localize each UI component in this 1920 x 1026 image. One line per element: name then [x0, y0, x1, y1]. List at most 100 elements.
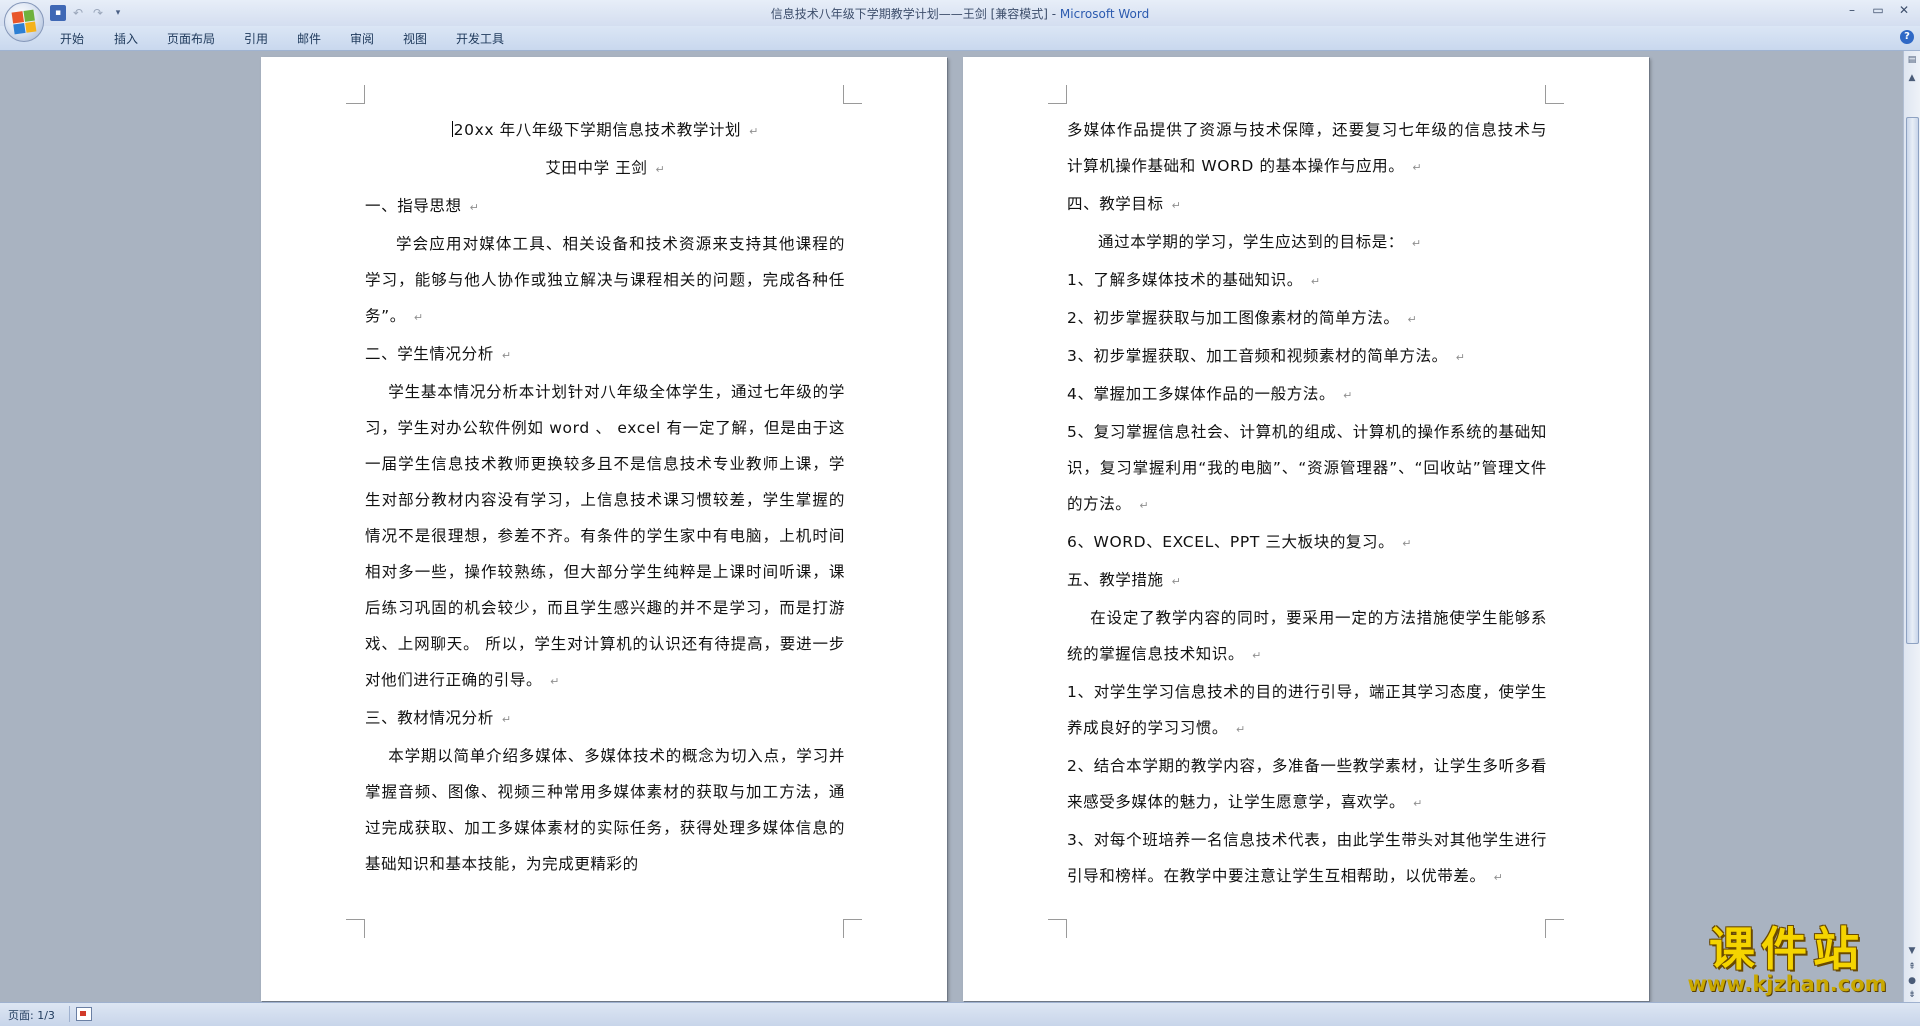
tab-home[interactable]: 开始: [60, 30, 84, 47]
ribbon-tabs: 开始 插入 页面布局 引用 邮件 审阅 视图 开发工具: [0, 26, 1920, 51]
body-paragraph[interactable]: 多媒体作品提供了资源与技术保障，还要复习七年级的信息技术与计算机操作基础和 WO…: [1067, 112, 1547, 186]
status-separator: [69, 1006, 70, 1022]
status-bar: 页面: 1/3: [0, 1002, 1920, 1026]
tab-page-layout[interactable]: 页面布局: [167, 30, 215, 47]
margin-corner-mark: [1048, 919, 1067, 938]
paragraph-text: 通过本学期的学习，学生应达到的目标是：: [1098, 233, 1404, 251]
paragraph-mark-icon: ↵: [1411, 237, 1422, 250]
vertical-scrollbar[interactable]: ▤ ▲ ▼ ⇞ ● ⇟: [1903, 51, 1920, 1002]
scroll-up-icon[interactable]: ▲: [1905, 71, 1919, 85]
paragraph-text: 多媒体作品提供了资源与技术保障，还要复习七年级的信息技术与计算机操作基础和 WO…: [1067, 121, 1547, 175]
tab-mailings[interactable]: 邮件: [297, 30, 321, 47]
paragraph-text: 学生基本情况分析本计划针对八年级全体学生，通过七年级的学习，学生对办公软件例如 …: [365, 383, 845, 689]
centered-heading[interactable]: 20xx 年八年级下学期信息技术教学计划 ↵: [365, 112, 845, 150]
paragraph-mark-icon: ↵: [1493, 871, 1503, 884]
body-paragraph[interactable]: 4、掌握加工多媒体作品的一般方法。 ↵: [1067, 376, 1547, 414]
margin-corner-mark: [346, 85, 365, 104]
body-paragraph[interactable]: 学会应用对媒体工具、相关设备和技术资源来支持其他课程的学习，能够与他人协作或独立…: [365, 226, 845, 336]
centered-heading[interactable]: 艾田中学 王剑 ↵: [365, 150, 845, 188]
paragraph-mark-icon: ↵: [413, 311, 424, 324]
tab-references[interactable]: 引用: [244, 30, 268, 47]
paragraph-mark-icon: ↵: [550, 675, 560, 688]
paragraph-mark-icon: ↵: [1402, 537, 1412, 550]
tab-insert[interactable]: 插入: [114, 30, 138, 47]
scrollbar-thumb[interactable]: [1906, 117, 1919, 644]
paragraph-mark-icon: ↵: [501, 713, 512, 726]
document-area[interactable]: 20xx 年八年级下学期信息技术教学计划 ↵ 艾田中学 王剑 ↵ 一、指导思想 ↵ 学会应用…: [0, 51, 1904, 1002]
page-right-body[interactable]: 多媒体作品提供了资源与技术保障，还要复习七年级的信息技术与计算机操作基础和 WO…: [1067, 112, 1547, 896]
paragraph-mark-icon: ↵: [501, 349, 512, 362]
close-button[interactable]: ✕: [1892, 1, 1916, 19]
body-paragraph[interactable]: 6、WORD、EXCEL、PPT 三大板块的复习。 ↵: [1067, 524, 1547, 562]
margin-corner-mark: [1545, 919, 1564, 938]
proofing-status-icon[interactable]: [76, 1007, 92, 1021]
office-button[interactable]: [4, 2, 44, 42]
section-heading[interactable]: 五、教学措施 ↵: [1067, 562, 1547, 600]
paragraph-text: 1、了解多媒体技术的基础知识。: [1067, 271, 1303, 289]
office-logo-icon: [11, 9, 37, 35]
paragraph-mark-icon: ↵: [1252, 649, 1262, 662]
body-paragraph[interactable]: 5、复习掌握信息社会、计算机的组成、计算机的操作系统的基础知识，复习掌握利用“我…: [1067, 414, 1547, 524]
document-page-left[interactable]: 20xx 年八年级下学期信息技术教学计划 ↵ 艾田中学 王剑 ↵ 一、指导思想 ↵ 学会应用…: [261, 57, 947, 1001]
body-paragraph[interactable]: 本学期以简单介绍多媒体、多媒体技术的概念为切入点，学习并掌握音频、图像、视频三种…: [365, 738, 845, 882]
tab-review[interactable]: 审阅: [350, 30, 374, 47]
margin-corner-mark: [843, 919, 862, 938]
window-title: 信息技术八年级下学期教学计划——王剑 [兼容模式] - Microsoft Wo…: [0, 5, 1920, 22]
maximize-button[interactable]: ▭: [1866, 1, 1890, 19]
tab-view[interactable]: 视图: [403, 30, 427, 47]
next-page-icon[interactable]: ⇟: [1905, 988, 1919, 1002]
watermark-logo-text: 课件站: [1709, 922, 1865, 976]
paragraph-text: 2、初步掌握获取与加工图像素材的简单方法。: [1067, 309, 1400, 327]
paragraph-mark-icon: ↵: [469, 201, 479, 214]
paragraph-text: 学会应用对媒体工具、相关设备和技术资源来支持其他课程的学习，能够与他人协作或独立…: [365, 235, 845, 325]
section-heading[interactable]: 二、学生情况分析 ↵: [365, 336, 845, 374]
paragraph-text: 本学期以简单介绍多媒体、多媒体技术的概念为切入点，学习并掌握音频、图像、视频三种…: [365, 747, 845, 873]
body-paragraph[interactable]: 1、了解多媒体技术的基础知识。 ↵: [1067, 262, 1547, 300]
paragraph-mark-icon: ↵: [1171, 199, 1181, 212]
paragraph-text: 1、对学生学习信息技术的目的进行引导，端正其学习态度，使学生养成良好的学习习惯。: [1067, 683, 1547, 737]
paragraph-mark-icon: ↵: [749, 125, 759, 138]
scroll-down-icon[interactable]: ▼: [1905, 944, 1919, 958]
help-icon[interactable]: ?: [1900, 30, 1914, 44]
paragraph-mark-icon: ↵: [1412, 161, 1422, 174]
paragraph-text: 艾田中学 王剑: [545, 159, 648, 177]
body-paragraph[interactable]: 通过本学期的学习，学生应达到的目标是： ↵: [1067, 224, 1547, 262]
body-paragraph[interactable]: 3、初步掌握获取、加工音频和视频素材的简单方法。 ↵: [1067, 338, 1547, 376]
page-left-body[interactable]: 20xx 年八年级下学期信息技术教学计划 ↵ 艾田中学 王剑 ↵ 一、指导思想 ↵ 学会应用…: [365, 112, 845, 882]
section-heading[interactable]: 一、指导思想 ↵: [365, 188, 845, 226]
section-heading[interactable]: 三、教材情况分析 ↵: [365, 700, 845, 738]
margin-corner-mark: [1545, 85, 1564, 104]
paragraph-text: 4、掌握加工多媒体作品的一般方法。: [1067, 385, 1336, 403]
body-paragraph[interactable]: 1、对学生学习信息技术的目的进行引导，端正其学习态度，使学生养成良好的学习习惯。…: [1067, 674, 1547, 748]
paragraph-text: 20xx 年八年级下学期信息技术教学计划: [453, 121, 742, 139]
paragraph-text: 三、教材情况分析: [365, 709, 494, 727]
tab-developer[interactable]: 开发工具: [456, 30, 504, 47]
paragraph-text: 五、教学措施: [1067, 571, 1164, 589]
previous-page-icon[interactable]: ⇞: [1905, 960, 1919, 974]
minimize-button[interactable]: –: [1840, 1, 1864, 19]
section-heading[interactable]: 四、教学目标 ↵: [1067, 186, 1547, 224]
paragraph-text: 6、WORD、EXCEL、PPT 三大板块的复习。: [1067, 533, 1395, 551]
window-title-app: Microsoft Word: [1059, 7, 1150, 21]
ruler-toggle-icon[interactable]: ▤: [1905, 53, 1919, 67]
paragraph-text: 四、教学目标: [1067, 195, 1164, 213]
paragraph-mark-icon: ↵: [655, 163, 665, 176]
margin-corner-mark: [346, 919, 365, 938]
body-paragraph[interactable]: 2、结合本学期的教学内容，多准备一些教学素材，让学生多听多看来感受多媒体的魅力，…: [1067, 748, 1547, 822]
page-number-indicator[interactable]: 页面: 1/3: [8, 1007, 55, 1023]
paragraph-text: 3、初步掌握获取、加工音频和视频素材的简单方法。: [1067, 347, 1448, 365]
paragraph-mark-icon: ↵: [1310, 275, 1321, 288]
document-page-right[interactable]: 多媒体作品提供了资源与技术保障，还要复习七年级的信息技术与计算机操作基础和 WO…: [963, 57, 1649, 1001]
browse-object-icon[interactable]: ●: [1905, 974, 1919, 988]
paragraph-mark-icon: ↵: [1407, 313, 1417, 326]
body-paragraph[interactable]: 学生基本情况分析本计划针对八年级全体学生，通过七年级的学习，学生对办公软件例如 …: [365, 374, 845, 700]
paragraph-mark-icon: ↵: [1139, 499, 1149, 512]
window-title-document: 信息技术八年级下学期教学计划——王剑 [兼容模式] -: [770, 7, 1060, 21]
paragraph-text: 二、学生情况分析: [365, 345, 494, 363]
margin-corner-mark: [843, 85, 862, 104]
body-paragraph[interactable]: 2、初步掌握获取与加工图像素材的简单方法。 ↵: [1067, 300, 1547, 338]
body-paragraph[interactable]: 在设定了教学内容的同时，要采用一定的方法措施使学生能够系统的掌握信息技术知识。 ↵: [1067, 600, 1547, 674]
paragraph-mark-icon: ↵: [1171, 575, 1181, 588]
body-paragraph[interactable]: 3、对每个班培养一名信息技术代表，由此学生带头对其他学生进行引导和榜样。在教学中…: [1067, 822, 1547, 896]
margin-corner-mark: [1048, 85, 1067, 104]
